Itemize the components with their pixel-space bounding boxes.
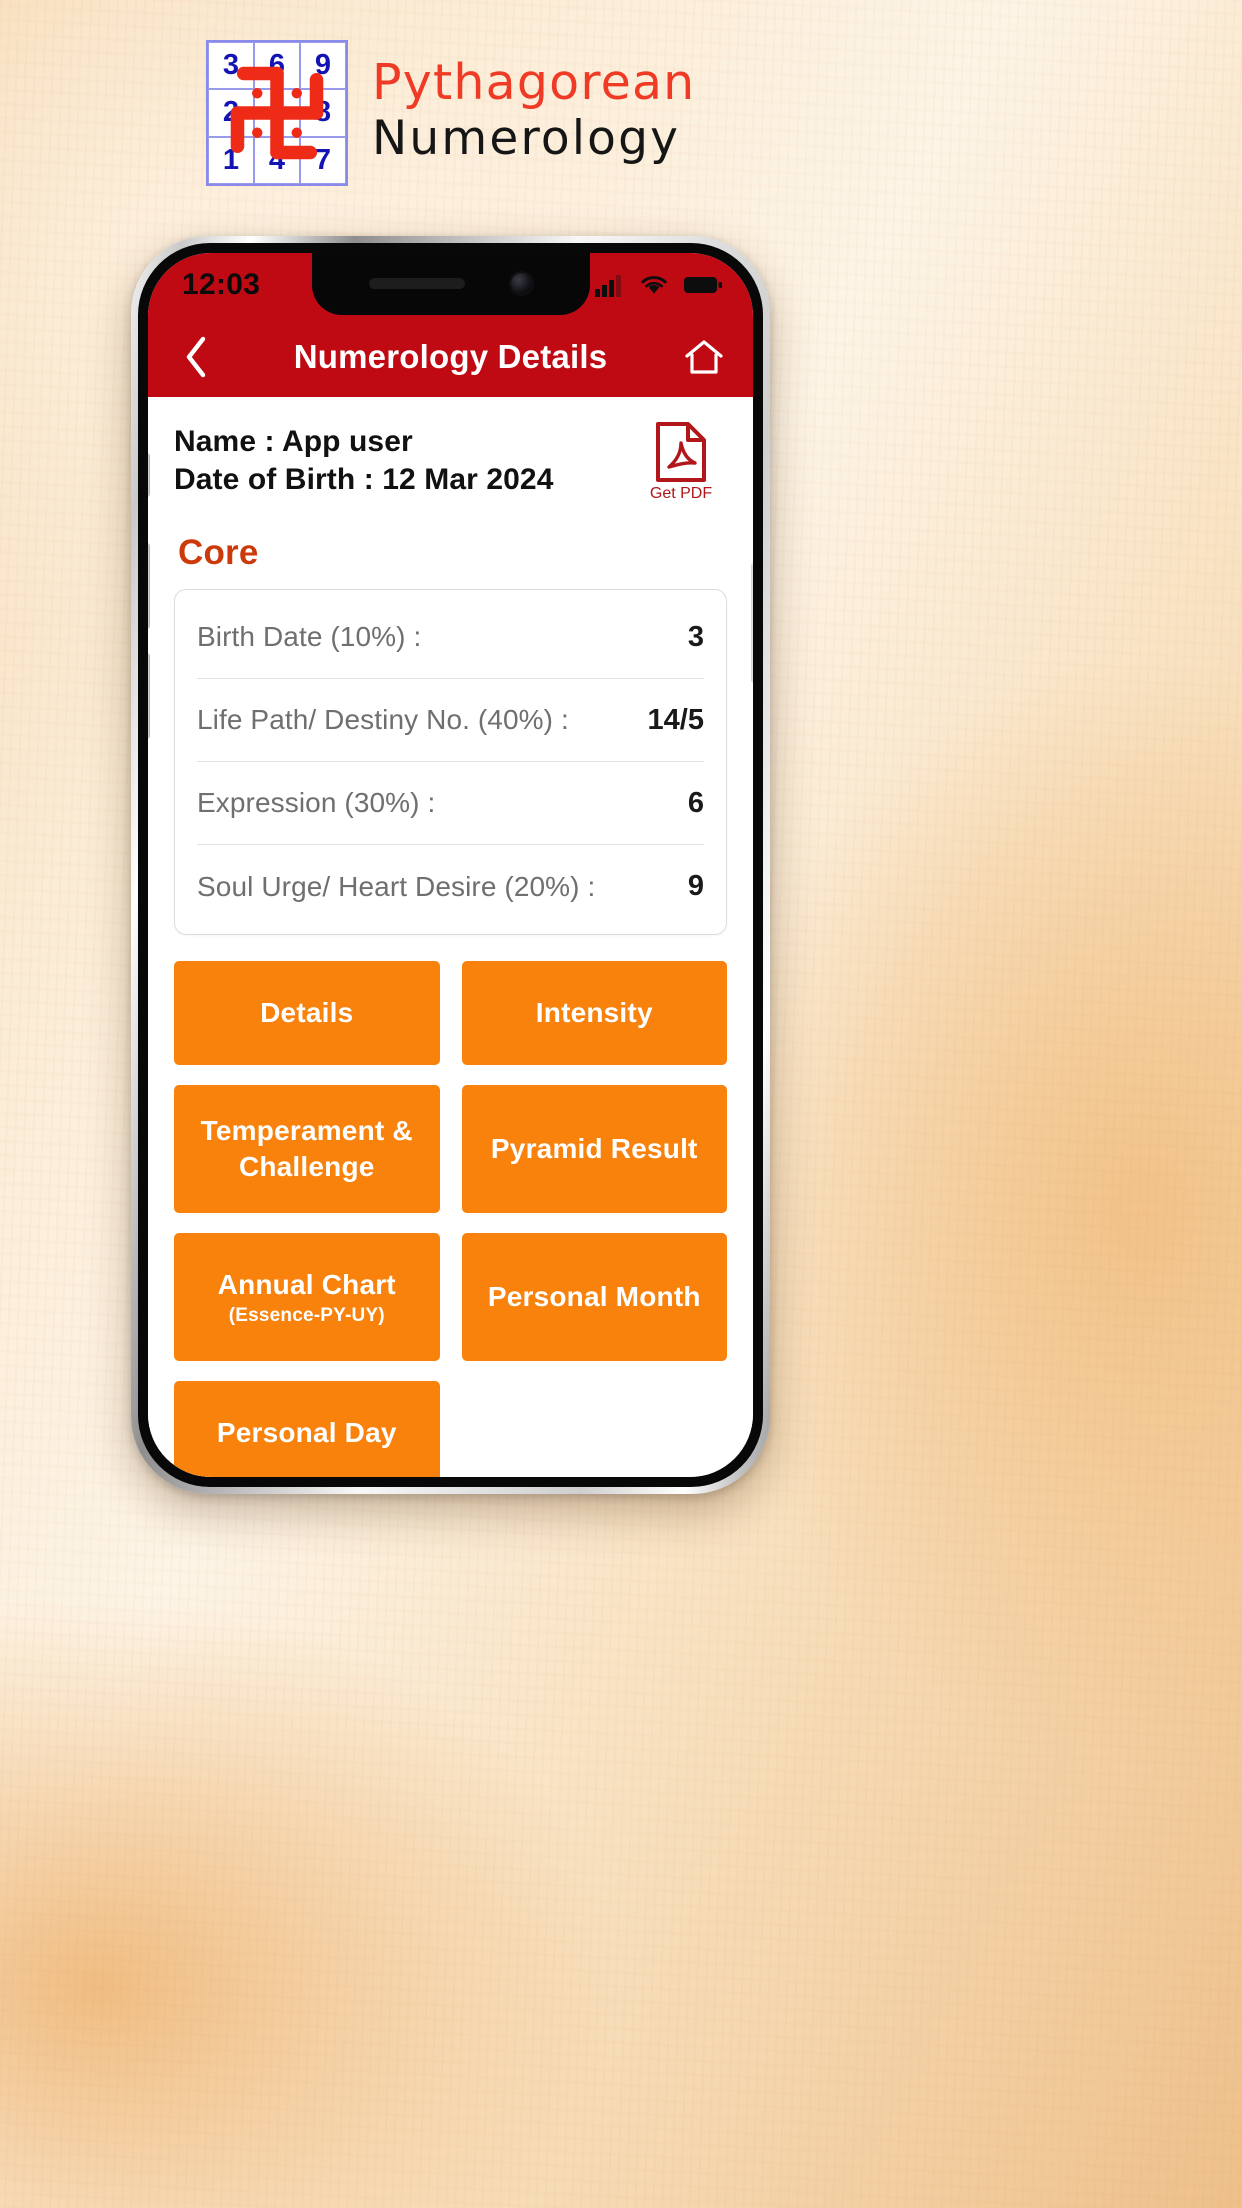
- core-row-label: Life Path/ Destiny No. (40%) :: [197, 704, 569, 735]
- phone-mockup: 12:03 Numerology Details Name: App user…: [131, 236, 770, 1494]
- page-title: Numerology Details: [293, 338, 608, 375]
- phone-mute-switch: [148, 453, 150, 497]
- button-label: Annual Chart: [217, 1268, 396, 1300]
- magic-square-cell: [254, 89, 300, 137]
- core-row-value: 6: [687, 786, 704, 819]
- back-chevron-icon[interactable]: [174, 335, 218, 379]
- details-button[interactable]: Details: [174, 961, 440, 1065]
- magic-square-cell: 9: [300, 42, 346, 90]
- magic-square-cell: 3: [208, 42, 254, 90]
- button-label: Personal Day: [216, 1416, 397, 1448]
- button-label: Temperament & Challenge: [200, 1114, 413, 1182]
- button-label: Personal Month: [487, 1280, 701, 1312]
- phone-volume-down-button: [148, 653, 150, 739]
- magic-square-cell: 1: [208, 136, 254, 184]
- logo-text: Pythagorean Numerology: [372, 58, 695, 168]
- intensity-button[interactable]: Intensity: [461, 961, 727, 1065]
- magic-square-cell: 6: [254, 42, 300, 90]
- signal-icon: [595, 275, 621, 297]
- logo-title-primary: Pythagorean: [372, 54, 696, 111]
- table-row: Life Path/ Destiny No. (40%) : 14/5: [197, 679, 704, 762]
- personal-month-button[interactable]: Personal Month: [461, 1233, 727, 1361]
- core-row-value: 14/5: [647, 703, 704, 736]
- home-icon[interactable]: [681, 334, 727, 380]
- button-label: Pyramid Result: [490, 1132, 698, 1164]
- core-row-label: Expression (30%) :: [197, 787, 436, 818]
- core-row-value: 3: [687, 620, 704, 653]
- profile-row: Name : App user Date of Birth : 12 Mar 2…: [174, 419, 727, 503]
- core-section-title: Core: [178, 533, 259, 572]
- button-sublabel: (Essence-PY-UY): [228, 1305, 385, 1327]
- earpiece-speaker: [369, 277, 465, 289]
- profile-name: Name : App user: [174, 425, 413, 458]
- phone-screen: 12:03 Numerology Details Name: App user…: [148, 253, 753, 1477]
- magic-square-cell: 2: [208, 89, 254, 137]
- app-bar: Numerology Details: [148, 317, 753, 397]
- get-pdf-label: Get PDF: [649, 485, 713, 502]
- status-clock: 12:03: [182, 268, 261, 301]
- app-logo: 3 6 9 2 8 1 4 7 Pythagorean Numerology: [206, 40, 695, 186]
- phone-power-button: [751, 563, 753, 683]
- core-row-label: Soul Urge/ Heart Desire (20%) :: [197, 870, 596, 902]
- annual-chart-button[interactable]: Annual Chart (Essence-PY-UY): [174, 1233, 440, 1361]
- phone-notch: [311, 253, 590, 315]
- temperament-challenge-button[interactable]: Temperament & Challenge: [174, 1085, 440, 1213]
- wifi-icon: [641, 276, 667, 294]
- phone-bezel: 12:03 Numerology Details Name: App user…: [138, 243, 763, 1487]
- action-button-grid: Details Intensity Temperament & Challeng…: [174, 961, 727, 1477]
- phone-volume-up-button: [148, 543, 150, 629]
- get-pdf-button[interactable]: Get PDF: [635, 419, 727, 503]
- magic-square-cell: 7: [300, 136, 346, 184]
- magic-square-grid: 3 6 9 2 8 1 4 7: [206, 40, 348, 186]
- logo-title-secondary: Numerology: [372, 111, 681, 166]
- table-row: Birth Date (10%) : 3: [197, 596, 704, 679]
- button-label: Details: [260, 996, 354, 1028]
- pdf-file-icon: [656, 422, 706, 482]
- magic-square-cell: 4: [254, 136, 300, 184]
- personal-day-button[interactable]: Personal Day: [174, 1381, 440, 1477]
- battery-icon: [684, 277, 722, 293]
- status-bar: 12:03: [148, 253, 753, 317]
- pyramid-result-button[interactable]: Pyramid Result: [461, 1085, 727, 1213]
- core-row-label: Birth Date (10%) :: [197, 621, 422, 652]
- profile-dob: Date of Birth : 12 Mar 2024: [174, 463, 554, 497]
- front-camera-icon: [511, 272, 532, 294]
- page-content: Name : App user Date of Birth : 12 Mar 2…: [148, 397, 753, 1477]
- core-row-value: 9: [687, 870, 704, 902]
- profile-info: Name : App user Date of Birth : 12 Mar 2…: [174, 419, 554, 500]
- button-label: Intensity: [535, 996, 653, 1028]
- table-row: Expression (30%) : 6: [197, 762, 704, 845]
- core-table: Birth Date (10%) : 3 Life Path/ Destiny …: [174, 589, 727, 935]
- status-icons: [595, 273, 723, 297]
- table-row: Soul Urge/ Heart Desire (20%) : 9: [197, 845, 704, 928]
- magic-square-cell: 8: [300, 89, 346, 137]
